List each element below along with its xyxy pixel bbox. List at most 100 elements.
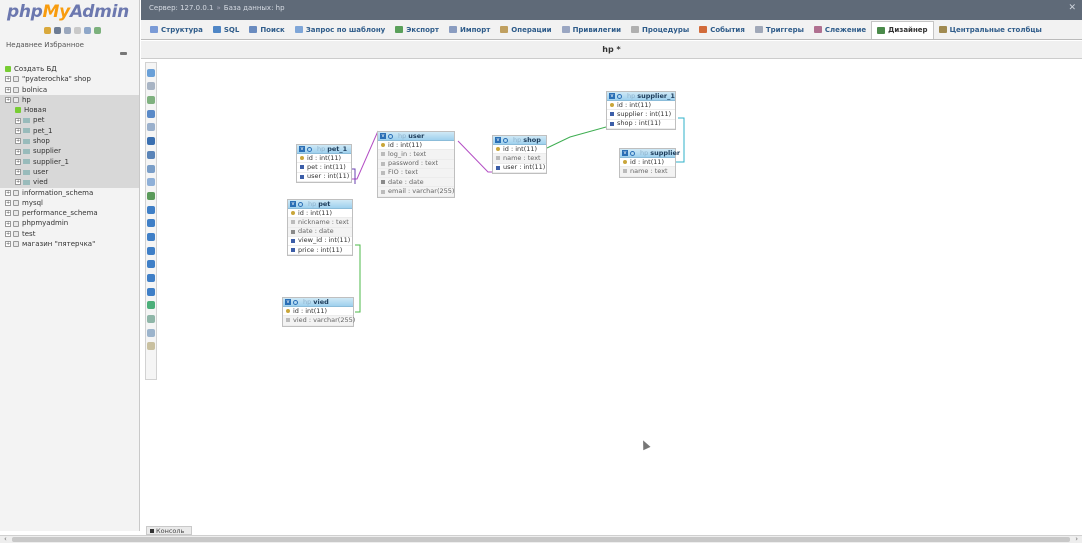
delete-page-icon[interactable] xyxy=(147,164,155,173)
tab-wrench[interactable]: Операции xyxy=(495,21,556,39)
table-column-row[interactable]: shop : int(11) xyxy=(607,119,675,129)
choose-column-icon[interactable] xyxy=(147,205,155,214)
tab-sql[interactable]: SQL xyxy=(208,21,244,39)
nav-tree-item[interactable]: + test xyxy=(0,229,139,239)
nav-tree-item[interactable]: + supplier xyxy=(0,146,139,157)
table-column-row[interactable]: user : int(11) xyxy=(493,163,546,173)
tab-routines[interactable]: Процедуры xyxy=(626,21,694,39)
tab-triggers[interactable]: Триггеры xyxy=(750,21,809,39)
nav-tree-item[interactable]: + bolnica xyxy=(0,85,139,95)
settings-icon[interactable] xyxy=(84,27,91,34)
pin-text-icon[interactable] xyxy=(147,342,155,351)
tab-tracking[interactable]: Слежение xyxy=(809,21,871,39)
collapse-nav-icon[interactable] xyxy=(120,52,127,55)
expand-icon[interactable]: + xyxy=(5,86,11,93)
toggle-columns-icon[interactable]: v xyxy=(380,133,386,139)
nav-tree-item[interactable]: + pet xyxy=(0,115,139,126)
recent-favorites-tabs[interactable]: Недавнее Избранное xyxy=(6,41,84,49)
expand-icon[interactable]: + xyxy=(5,97,11,104)
table-supplier-1[interactable]: v hp supplier_1 id : int(11) supplier : int(… xyxy=(606,91,676,130)
table-options-icon[interactable] xyxy=(293,299,298,305)
nav-tree-item[interactable]: Создать БД xyxy=(0,64,139,74)
nav-tree-item[interactable]: + pet_1 xyxy=(0,125,139,137)
breadcrumb-database[interactable]: База данных: hp xyxy=(224,4,285,12)
nav-tree-item[interactable]: + supplier_1 xyxy=(0,156,139,167)
console-button[interactable]: Консоль xyxy=(146,526,192,535)
expand-icon[interactable]: + xyxy=(5,76,11,83)
table-options-icon[interactable] xyxy=(307,146,312,152)
toggle-columns-icon[interactable]: v xyxy=(285,299,291,305)
tab-search[interactable]: Поиск xyxy=(244,21,289,39)
create-table-icon[interactable] xyxy=(147,178,155,187)
build-query-icon[interactable] xyxy=(147,315,155,324)
nav-tree-item[interactable]: + performance_schema xyxy=(0,208,139,218)
small-big-icon[interactable] xyxy=(147,274,155,282)
nav-tree-item[interactable]: + information_schema xyxy=(0,188,139,198)
export-schema-icon[interactable] xyxy=(147,301,155,310)
table-pet[interactable]: v hp pet id : int(11) nickname : text date : … xyxy=(287,199,353,257)
table-user[interactable]: v hp user id : int(11) log_in : text password… xyxy=(377,131,455,198)
horizontal-scrollbar[interactable]: ‹ › xyxy=(0,535,1082,543)
expand-icon[interactable]: + xyxy=(15,169,21,176)
expand-icon[interactable]: + xyxy=(15,179,21,186)
tab-events[interactable]: События xyxy=(694,21,750,39)
table-column-row[interactable]: name : text xyxy=(620,167,675,177)
table-options-icon[interactable] xyxy=(630,150,635,156)
move-menu-icon[interactable] xyxy=(147,328,155,337)
table-supplier[interactable]: v hp supplier id : int(11) name : text xyxy=(619,148,680,178)
help-icon[interactable] xyxy=(147,232,155,241)
open-page-icon[interactable] xyxy=(147,123,155,132)
toggle-small-big-icon[interactable] xyxy=(147,287,155,296)
expand-icon[interactable]: + xyxy=(5,189,11,196)
close-icon[interactable]: ✕ xyxy=(1068,3,1076,13)
expand-icon[interactable]: + xyxy=(15,127,21,134)
table-column-row[interactable]: email : varchar(255) xyxy=(378,187,454,197)
table-options-icon[interactable] xyxy=(298,201,303,207)
nav-tree-item[interactable]: + магазин "пятерчка" xyxy=(0,239,139,249)
scroll-right-icon[interactable]: › xyxy=(1075,536,1078,543)
tab-structure[interactable]: Структура xyxy=(145,21,208,39)
undo-icon[interactable] xyxy=(147,96,155,105)
toggle-menu-icon[interactable] xyxy=(147,68,155,77)
table-options-icon[interactable] xyxy=(503,137,508,143)
reload-icon[interactable] xyxy=(147,219,155,228)
scroll-left-icon[interactable]: ‹ xyxy=(4,536,7,543)
toggle-columns-icon[interactable]: v xyxy=(609,93,615,99)
table-pet-1[interactable]: v hp pet_1 id : int(11) pet : int(11) user : … xyxy=(296,144,352,183)
expand-icon[interactable]: + xyxy=(15,117,21,124)
expand-icon[interactable]: + xyxy=(5,210,11,217)
toggle-columns-icon[interactable]: v xyxy=(290,201,296,207)
home-icon[interactable] xyxy=(44,27,51,34)
toggle-columns-icon[interactable]: v xyxy=(299,146,305,152)
expand-icon[interactable]: + xyxy=(5,241,11,248)
nav-tree-item[interactable]: + shop xyxy=(0,136,139,147)
tab-export[interactable]: Экспорт xyxy=(390,21,444,39)
table-column-row[interactable]: vied : varchar(255) xyxy=(283,316,355,326)
tab-designer[interactable]: Дизайнер xyxy=(871,20,934,39)
phpmyadmin-logo[interactable]: phpMyAdmin xyxy=(7,2,129,22)
expand-icon[interactable]: + xyxy=(5,230,11,237)
expand-icon[interactable]: + xyxy=(5,200,11,206)
docs-icon[interactable] xyxy=(74,27,81,34)
nav-tree-item[interactable]: + "pyaterochka" shop xyxy=(0,74,139,84)
nav-tree-item[interactable]: + vied xyxy=(0,177,139,188)
expand-icon[interactable]: + xyxy=(15,158,21,165)
snap-to-grid-icon[interactable] xyxy=(147,260,155,269)
expand-icon[interactable]: + xyxy=(15,148,21,155)
save-page-icon[interactable] xyxy=(147,137,155,146)
scrollbar-thumb[interactable] xyxy=(12,537,1070,542)
table-column-row[interactable]: price : int(11) xyxy=(288,246,352,256)
reload-icon[interactable] xyxy=(94,27,101,34)
nav-tree-item[interactable]: + user xyxy=(0,166,139,178)
expand-icon[interactable]: + xyxy=(15,138,21,145)
tab-privileges[interactable]: Привилегии xyxy=(557,21,626,39)
expand-icon[interactable]: + xyxy=(5,220,11,227)
designer-canvas[interactable]: v hp pet_1 id : int(11) pet : int(11) user : … xyxy=(158,60,1082,528)
nav-tree-item[interactable]: + mysql xyxy=(0,198,139,208)
table-options-icon[interactable] xyxy=(388,133,393,139)
new-page-icon[interactable] xyxy=(147,109,155,118)
tab-columns[interactable]: Центральные столбцы xyxy=(934,21,1047,39)
nav-tree-item[interactable]: + hp xyxy=(0,94,139,106)
table-vied[interactable]: v hp vied id : int(11) vied : varchar(255) xyxy=(282,297,355,327)
help-icon[interactable] xyxy=(64,27,71,34)
